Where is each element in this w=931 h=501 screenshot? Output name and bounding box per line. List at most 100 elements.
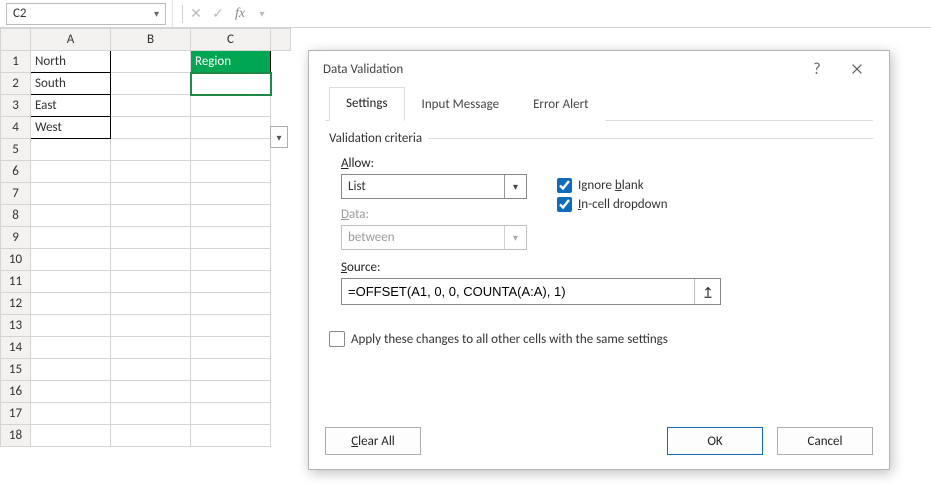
cell[interactable] <box>31 359 111 381</box>
row-header-12[interactable]: 12 <box>1 293 31 315</box>
cell-a3[interactable]: East <box>31 95 111 117</box>
row-header-7[interactable]: 7 <box>1 183 31 205</box>
cell[interactable] <box>191 381 271 403</box>
cell[interactable] <box>31 293 111 315</box>
cell[interactable] <box>31 227 111 249</box>
cell[interactable] <box>191 161 271 183</box>
cell-a2[interactable]: South <box>31 73 111 95</box>
cell[interactable] <box>111 161 191 183</box>
row-header-2[interactable]: 2 <box>1 73 31 95</box>
in-cell-dropdown-checkbox[interactable]: In-cell dropdown <box>557 197 668 212</box>
tab-error-alert[interactable]: Error Alert <box>516 88 605 121</box>
cell[interactable] <box>111 403 191 425</box>
tab-settings[interactable]: Settings <box>329 87 405 121</box>
cell[interactable] <box>111 249 191 271</box>
cell-c1[interactable]: Region <box>191 51 271 73</box>
source-input[interactable] <box>342 279 694 304</box>
allow-combobox[interactable]: List ▾ <box>341 174 527 199</box>
chevron-down-icon[interactable]: ▾ <box>504 175 526 198</box>
ignore-blank-checkbox[interactable]: Ignore blank <box>557 178 668 193</box>
cell[interactable] <box>111 315 191 337</box>
apply-all-row[interactable]: Apply these changes to all other cells w… <box>329 331 873 347</box>
cell[interactable] <box>31 403 111 425</box>
cell[interactable] <box>191 337 271 359</box>
cell[interactable] <box>111 359 191 381</box>
cell[interactable] <box>191 293 271 315</box>
col-header-extra[interactable] <box>271 29 291 51</box>
cell[interactable] <box>191 359 271 381</box>
cell[interactable] <box>31 249 111 271</box>
cell[interactable] <box>191 139 271 161</box>
cell[interactable] <box>111 425 191 447</box>
row-header-14[interactable]: 14 <box>1 337 31 359</box>
cell[interactable] <box>31 205 111 227</box>
row-header-17[interactable]: 17 <box>1 403 31 425</box>
ignore-blank-input[interactable] <box>557 178 572 193</box>
row-header-18[interactable]: 18 <box>1 425 31 447</box>
row-header-16[interactable]: 16 <box>1 381 31 403</box>
cell[interactable] <box>31 183 111 205</box>
cell[interactable] <box>191 249 271 271</box>
cell[interactable] <box>111 139 191 161</box>
cell[interactable] <box>111 381 191 403</box>
cell[interactable] <box>111 183 191 205</box>
cell[interactable] <box>31 271 111 293</box>
help-button[interactable]: ? <box>797 55 837 83</box>
cell[interactable] <box>191 183 271 205</box>
row-header-9[interactable]: 9 <box>1 227 31 249</box>
row-header-13[interactable]: 13 <box>1 315 31 337</box>
cancel-button[interactable]: Cancel <box>777 427 873 455</box>
fx-icon[interactable]: fx <box>229 3 251 25</box>
chevron-down-icon[interactable]: ▾ <box>251 3 273 25</box>
collapse-dialog-button[interactable] <box>694 279 720 304</box>
apply-all-checkbox[interactable] <box>329 331 345 347</box>
cell-c2[interactable] <box>191 73 271 95</box>
row-header-3[interactable]: 3 <box>1 95 31 117</box>
row-header-10[interactable]: 10 <box>1 249 31 271</box>
formula-input[interactable] <box>273 3 931 25</box>
cell[interactable] <box>191 205 271 227</box>
row-header-6[interactable]: 6 <box>1 161 31 183</box>
cell[interactable] <box>191 227 271 249</box>
cell-b3[interactable] <box>111 95 191 117</box>
cell[interactable] <box>191 425 271 447</box>
clear-all-button[interactable]: Clear All <box>325 427 421 455</box>
cell[interactable] <box>31 381 111 403</box>
col-header-a[interactable]: A <box>31 29 111 51</box>
cell[interactable] <box>31 161 111 183</box>
cell-a1[interactable]: North <box>31 51 111 73</box>
cell-a4[interactable]: West <box>31 117 111 139</box>
tab-input-message[interactable]: Input Message <box>405 88 517 121</box>
cell[interactable] <box>111 293 191 315</box>
cell[interactable] <box>191 315 271 337</box>
name-box[interactable]: C2 ▾ <box>6 3 166 25</box>
row-header-5[interactable]: 5 <box>1 139 31 161</box>
cell[interactable] <box>191 271 271 293</box>
in-cell-dropdown-button[interactable]: ▾ <box>270 126 288 148</box>
col-header-c[interactable]: C <box>191 29 271 51</box>
cell-c4[interactable] <box>191 117 271 139</box>
cell-b4[interactable] <box>111 117 191 139</box>
row-header-4[interactable]: 4 <box>1 117 31 139</box>
cell[interactable] <box>31 315 111 337</box>
cell-b2[interactable] <box>111 73 191 95</box>
row-header-15[interactable]: 15 <box>1 359 31 381</box>
cell[interactable] <box>31 425 111 447</box>
row-header-8[interactable]: 8 <box>1 205 31 227</box>
col-header-b[interactable]: B <box>111 29 191 51</box>
cell[interactable] <box>31 337 111 359</box>
chevron-down-icon[interactable]: ▾ <box>154 7 159 20</box>
select-all-corner[interactable] <box>1 29 31 51</box>
cell[interactable] <box>31 139 111 161</box>
ok-button[interactable]: OK <box>667 427 763 455</box>
cell[interactable] <box>111 227 191 249</box>
cell[interactable] <box>111 337 191 359</box>
in-cell-dropdown-input[interactable] <box>557 197 572 212</box>
cell[interactable] <box>111 205 191 227</box>
cell-b1[interactable] <box>111 51 191 73</box>
close-button[interactable] <box>837 55 877 83</box>
cell-c3[interactable] <box>191 95 271 117</box>
row-header-1[interactable]: 1 <box>1 51 31 73</box>
cell[interactable] <box>111 271 191 293</box>
cell[interactable] <box>191 403 271 425</box>
